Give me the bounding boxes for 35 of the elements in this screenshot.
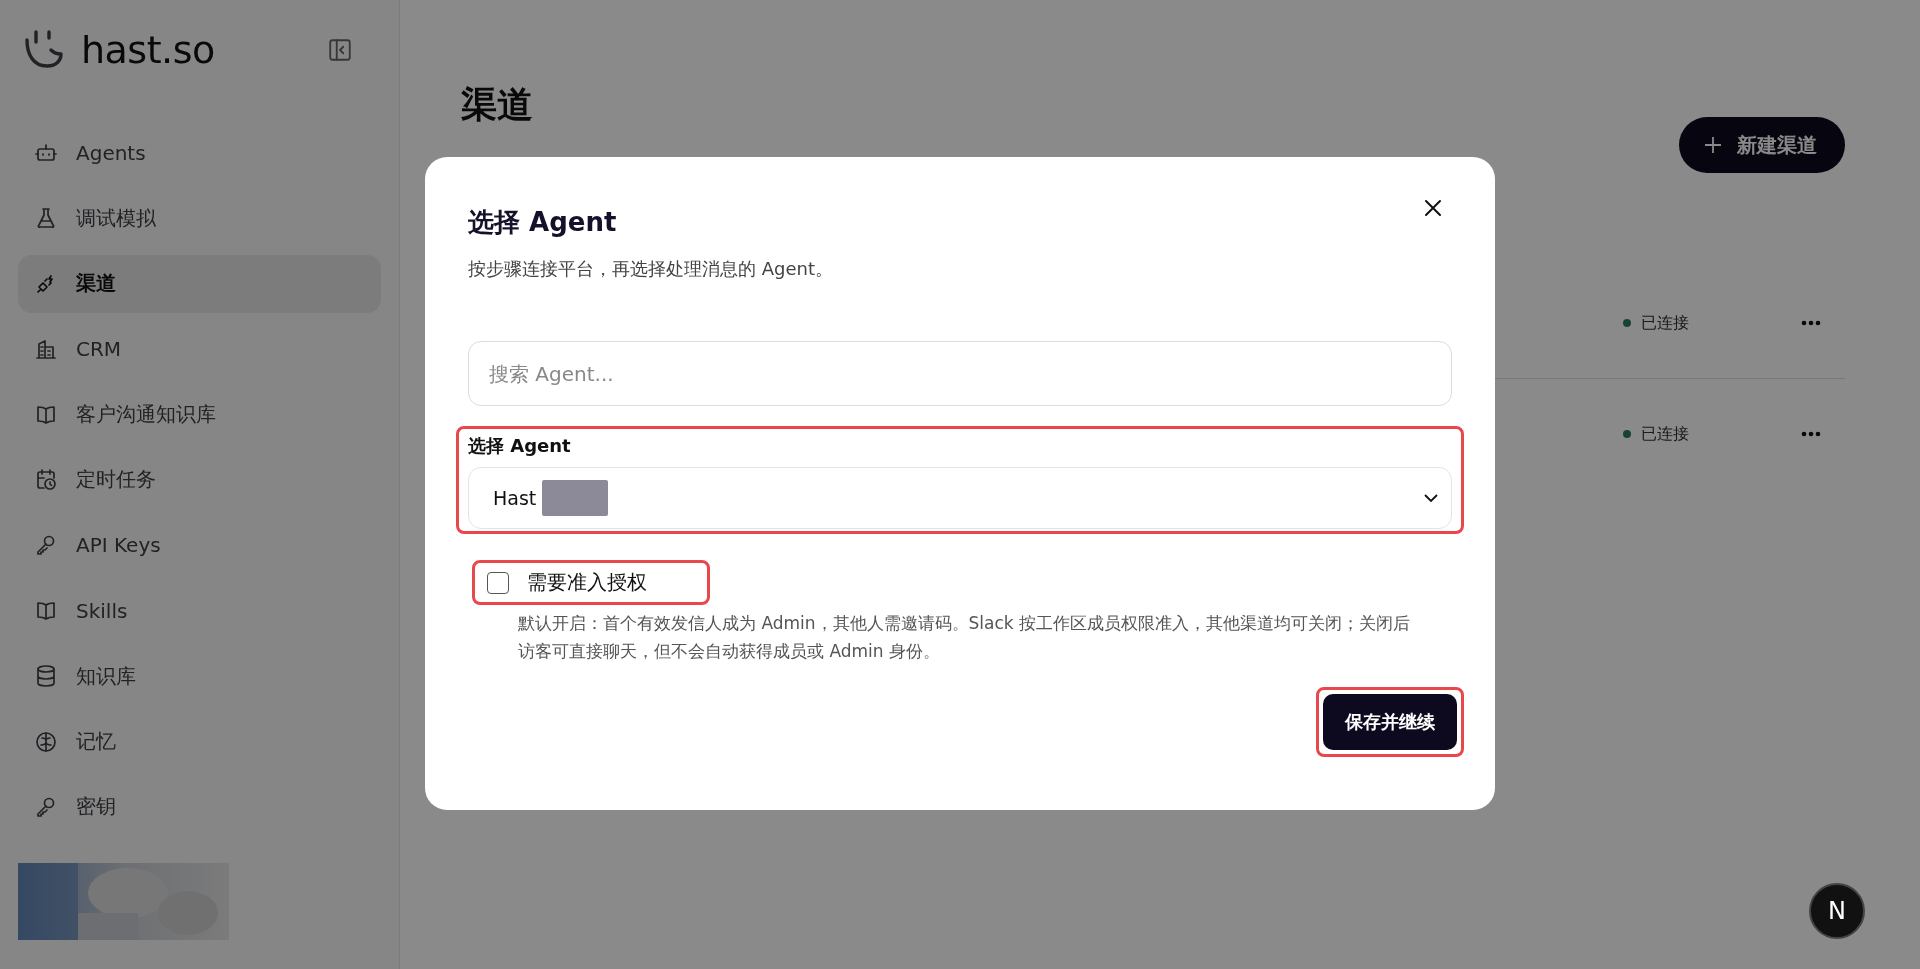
- chevron-down-icon: [1423, 493, 1439, 503]
- sidebar-item[interactable]: CRM: [18, 320, 381, 379]
- sidebar-item[interactable]: 记忆: [18, 712, 381, 771]
- plus-icon: [1703, 135, 1723, 155]
- database-icon: [34, 664, 58, 689]
- search-field[interactable]: 搜索 Agent...: [468, 341, 1452, 406]
- logo-text: hast.so: [81, 28, 215, 72]
- sidebar-item[interactable]: 渠道: [18, 254, 381, 313]
- redaction-block: [542, 480, 609, 516]
- field-label: 选择 Agent: [468, 434, 572, 458]
- sidebar-item[interactable]: 密钥: [18, 777, 381, 836]
- checkbox-label[interactable]: 需要准入授权: [527, 569, 647, 596]
- help-text: 默认开启：首个有效发信人成为 Admin，其他人需邀请码。Slack 按工作区成员权限准入，其他渠道均可关闭；关闭后访客可直接聊天，但不会自动获得成员或 Admin 身份。: [518, 612, 1412, 663]
- sidebar-item[interactable]: 客户沟通知识库: [18, 385, 381, 444]
- sidebar-item[interactable]: 调试模拟: [18, 189, 381, 248]
- page-title: 渠道: [461, 83, 533, 127]
- close-icon[interactable]: [1424, 199, 1442, 217]
- checkbox[interactable]: [487, 571, 509, 594]
- sidebar-item[interactable]: API Keys: [18, 516, 381, 575]
- dialog-title: 选择 Agent: [468, 206, 617, 239]
- sidebar-item[interactable]: Agents: [18, 124, 381, 182]
- save-continue-button[interactable]: 保存并继续: [1323, 694, 1457, 750]
- sidebar-item[interactable]: 知识库: [18, 647, 381, 706]
- status-text: 已连接: [1641, 423, 1689, 445]
- sidebar-toggle-icon[interactable]: [327, 37, 353, 63]
- dialog-description: 按步骤连接平台，再选择处理消息的 Agent。: [468, 257, 834, 281]
- building-icon: [34, 337, 58, 362]
- more-icon[interactable]: [1801, 431, 1821, 437]
- calendar-clock-icon: [34, 467, 58, 492]
- new-channel-button[interactable]: 新建渠道: [1679, 117, 1845, 173]
- agent-select[interactable]: Hast: [468, 467, 1452, 529]
- sidebar-item[interactable]: 定时任务: [18, 450, 381, 509]
- sidebar-item[interactable]: Skills: [18, 581, 381, 640]
- more-icon[interactable]: [1801, 320, 1821, 326]
- status-text: 已连接: [1641, 312, 1689, 334]
